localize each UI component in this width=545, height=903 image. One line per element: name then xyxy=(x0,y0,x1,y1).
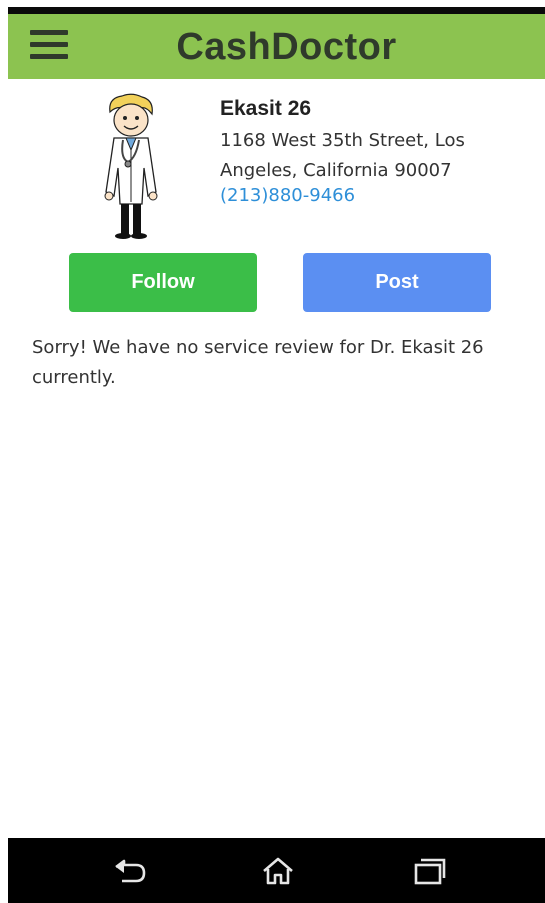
doctor-name: Ekasit 26 xyxy=(220,97,312,120)
doctor-address: 1168 West 35th Street, Los Angeles, Cali… xyxy=(220,130,465,181)
back-icon[interactable] xyxy=(112,856,148,886)
follow-button[interactable]: Follow xyxy=(69,253,257,312)
doctor-phone-link[interactable]: (213)880-9466 xyxy=(220,185,355,206)
recent-apps-icon[interactable] xyxy=(412,856,448,886)
app-title: CashDoctor xyxy=(176,26,397,68)
app-header: CashDoctor xyxy=(8,14,545,79)
status-bar xyxy=(8,7,545,14)
doctor-profile-screen: CashDoctor Ekasit 26 1168 West 35th Stre… xyxy=(0,0,545,903)
home-icon[interactable] xyxy=(260,856,296,886)
no-review-message: Sorry! We have no service review for Dr.… xyxy=(32,337,484,388)
doctor-avatar xyxy=(104,93,158,239)
system-nav-bar xyxy=(8,838,545,903)
post-button[interactable]: Post xyxy=(303,253,491,312)
